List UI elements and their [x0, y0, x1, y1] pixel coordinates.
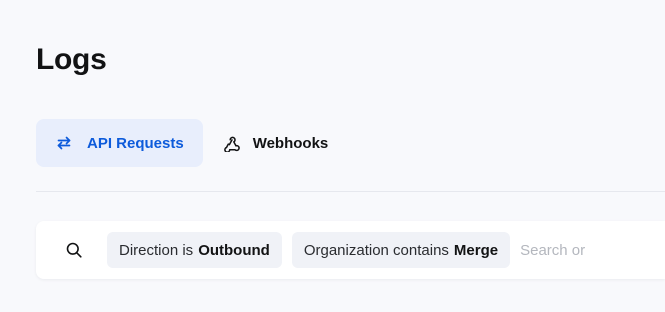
filter-value: Outbound [198, 241, 270, 259]
filter-chip-organization[interactable]: Organization contains Merge [291, 232, 511, 268]
page-title: Logs [36, 43, 107, 76]
filter-field: Direction is [119, 241, 194, 259]
log-type-tabs: API Requests Webhooks [36, 119, 347, 167]
filter-chip-direction[interactable]: Direction is Outbound [107, 232, 282, 268]
tab-webhooks[interactable]: Webhooks [203, 119, 348, 167]
tab-label: API Requests [87, 134, 184, 152]
search-icon[interactable] [64, 240, 84, 260]
tab-label: Webhooks [252, 134, 329, 152]
webhook-icon [223, 134, 241, 152]
search-input[interactable] [520, 241, 665, 259]
divider [36, 191, 665, 192]
filter-field: Organization contains [303, 241, 449, 259]
filter-value: Merge [453, 241, 499, 259]
tab-api-requests[interactable]: API Requests [36, 119, 203, 167]
arrows-exchange-icon [55, 134, 73, 152]
filter-bar: Direction is Outbound Organization conta… [36, 221, 665, 279]
